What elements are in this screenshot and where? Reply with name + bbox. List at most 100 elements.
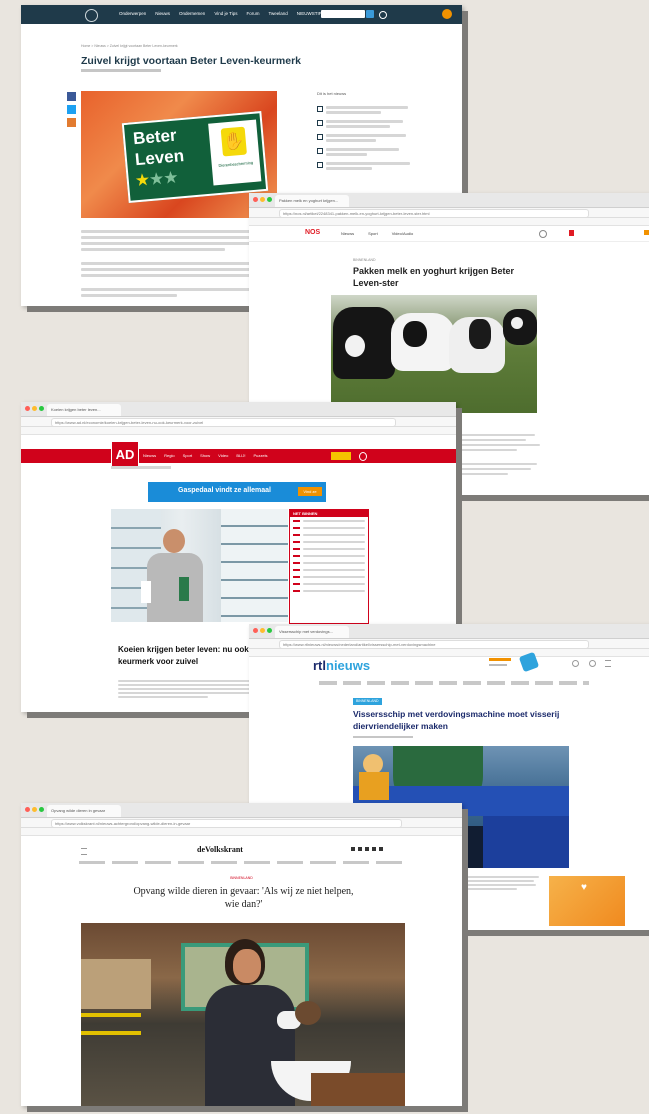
top-navigation: Onderwerpen Nieuws Ondernemen Vind je Ti… <box>21 5 462 24</box>
list-item[interactable] <box>293 554 365 558</box>
site-header: NOS Nieuws Sport Video/Audio <box>249 226 649 242</box>
user-icon[interactable] <box>589 660 596 667</box>
search-icon[interactable] <box>539 230 547 238</box>
ad-header: AD Nieuws Regio Sport Show Video BLIJ! P… <box>21 441 456 469</box>
facebook-icon[interactable] <box>351 847 355 851</box>
browser-tabbar: Vissersschip met verdovings... <box>249 624 649 639</box>
list-item[interactable] <box>293 533 365 537</box>
instagram-icon[interactable] <box>365 847 369 851</box>
nav-item-nieuws[interactable]: Nieuws <box>341 231 354 236</box>
share-icon[interactable] <box>644 230 649 235</box>
nav-item-nieuws[interactable]: Nieuws <box>155 11 170 16</box>
browser-tab[interactable]: Opvang wilde dieren in gevaar <box>47 805 121 817</box>
article-headline: Pakken melk en yoghurt krijgen Beter Lev… <box>353 266 515 288</box>
nav-item-sport[interactable]: Sport <box>183 453 193 458</box>
nav-item-sport[interactable]: Sport <box>368 231 378 236</box>
article-headline: Vissersschip met verdovingsmachine moet … <box>353 709 560 731</box>
ad-banner[interactable]: Gaspedaal vindt ze allemaal Vind ze <box>148 482 326 502</box>
email-share-icon[interactable] <box>67 118 76 127</box>
sidebar: Dit is het nieuws <box>317 91 417 176</box>
nav-item-video[interactable]: Video/Audio <box>392 231 414 236</box>
star-empty-icon: ★ <box>162 167 179 188</box>
person-shape <box>147 553 203 622</box>
panel-list <box>290 517 368 598</box>
cow-shape <box>345 335 365 357</box>
nav-item-tips[interactable]: Vind je Tips <box>214 11 237 16</box>
browser-tab[interactable]: Pakken melk en yoghurt krijgen... <box>275 195 349 207</box>
banner-button[interactable]: Vind ze <box>298 487 322 496</box>
nav-item-tweeland[interactable]: Tweeland <box>269 11 288 16</box>
browser-tabbar: Pakken melk en yoghurt krijgen... <box>249 193 649 208</box>
rtl-promo[interactable] <box>489 651 549 673</box>
youtube-icon[interactable] <box>372 847 376 851</box>
browser-tab[interactable]: Vissersschip met verdovings... <box>275 626 349 638</box>
search-input[interactable] <box>321 10 365 18</box>
nos-nav: Nieuws Sport Video/Audio <box>341 231 413 236</box>
nieuws-logo-part: nieuws <box>326 658 371 673</box>
twitter-share-icon[interactable] <box>67 105 76 114</box>
rtl-logo[interactable]: rtlnieuws <box>313 658 370 673</box>
list-item[interactable] <box>293 540 365 544</box>
nav-item-blij[interactable]: BLIJ! <box>236 453 245 458</box>
menu-icon[interactable] <box>569 230 574 236</box>
list-item[interactable] <box>317 106 417 114</box>
address-bar[interactable]: https://www.ad.nl/economie/koeien-krijge… <box>51 418 396 427</box>
volkskrant-logo[interactable]: deVolkskrant <box>197 845 243 854</box>
nav-item-forum[interactable]: Forum <box>247 11 260 16</box>
category-badge[interactable]: BINNENLAND <box>353 698 382 705</box>
user-icon[interactable] <box>359 452 367 461</box>
facebook-share-icon[interactable] <box>67 92 76 101</box>
sub-nav <box>111 466 171 469</box>
list-item[interactable] <box>293 526 365 530</box>
notification-icon[interactable] <box>572 660 579 667</box>
list-item[interactable] <box>293 568 365 572</box>
window-shape <box>81 959 151 1009</box>
menu-icon[interactable] <box>81 848 87 855</box>
list-item[interactable] <box>293 589 365 593</box>
scaffold-shape <box>81 1031 141 1035</box>
advertisement[interactable]: ♥ <box>549 876 625 926</box>
cow-shape <box>511 317 523 329</box>
woman-face-shape <box>233 949 261 983</box>
list-item[interactable] <box>293 547 365 551</box>
address-bar[interactable]: https://www.volkskrant.nl/nieuws-achterg… <box>51 819 402 828</box>
rtl-logo-part: rtl <box>313 658 326 673</box>
list-item[interactable] <box>293 561 365 565</box>
nos-logo[interactable]: NOS <box>305 229 320 236</box>
article-kicker: BINNENLAND <box>230 876 253 880</box>
nav-item-onderwerpen[interactable]: Onderwerpen <box>119 11 146 16</box>
menu-icon[interactable] <box>605 660 611 667</box>
list-item[interactable] <box>317 148 417 156</box>
breadcrumb: Home > Nieuws > Zuivel krijgt voortaan B… <box>81 44 178 48</box>
address-bar[interactable]: https://nos.nl/artikel/2248341-pakken-me… <box>279 209 589 218</box>
list-item[interactable] <box>293 575 365 579</box>
page-title: Zuivel krijgt voortaan Beter Leven-keurm… <box>81 55 301 67</box>
heart-icon: ♥ <box>581 882 587 893</box>
sidebar-list <box>317 106 417 170</box>
rss-icon[interactable] <box>379 847 383 851</box>
cow-shape <box>403 321 427 347</box>
nav-item-ondernemen[interactable]: Ondernemen <box>179 11 205 16</box>
orange-badge-icon[interactable] <box>442 9 452 19</box>
nav-item-show[interactable]: Show <box>200 453 210 458</box>
site-logo-icon[interactable] <box>85 9 98 22</box>
list-item[interactable] <box>293 519 365 523</box>
subscribe-button[interactable] <box>331 452 351 460</box>
user-icon[interactable] <box>379 11 387 19</box>
nav-item-video[interactable]: Video <box>218 453 228 458</box>
list-item[interactable] <box>317 162 417 170</box>
search-icon[interactable] <box>366 10 374 18</box>
twitter-icon[interactable] <box>358 847 362 851</box>
nav-item-nieuws[interactable]: Nieuws <box>143 453 156 458</box>
list-item[interactable] <box>293 582 365 586</box>
nav-item-nieuwstip[interactable]: NIEUWSTIP <box>297 11 322 16</box>
top-utility-bar <box>21 435 456 450</box>
browser-tab[interactable]: Koeien krijgen beter leven... <box>47 404 121 416</box>
list-item[interactable] <box>317 134 417 142</box>
address-bar[interactable]: https://www.rtlnieuws.nl/nieuws/nederlan… <box>279 640 589 649</box>
nav-item-regio[interactable]: Regio <box>164 453 174 458</box>
list-item[interactable] <box>317 120 417 128</box>
browser-tabbar: Opvang wilde dieren in gevaar <box>21 803 462 818</box>
nav-item-puzzels[interactable]: Puzzels <box>253 453 267 458</box>
ad-logo[interactable]: AD <box>111 441 139 469</box>
